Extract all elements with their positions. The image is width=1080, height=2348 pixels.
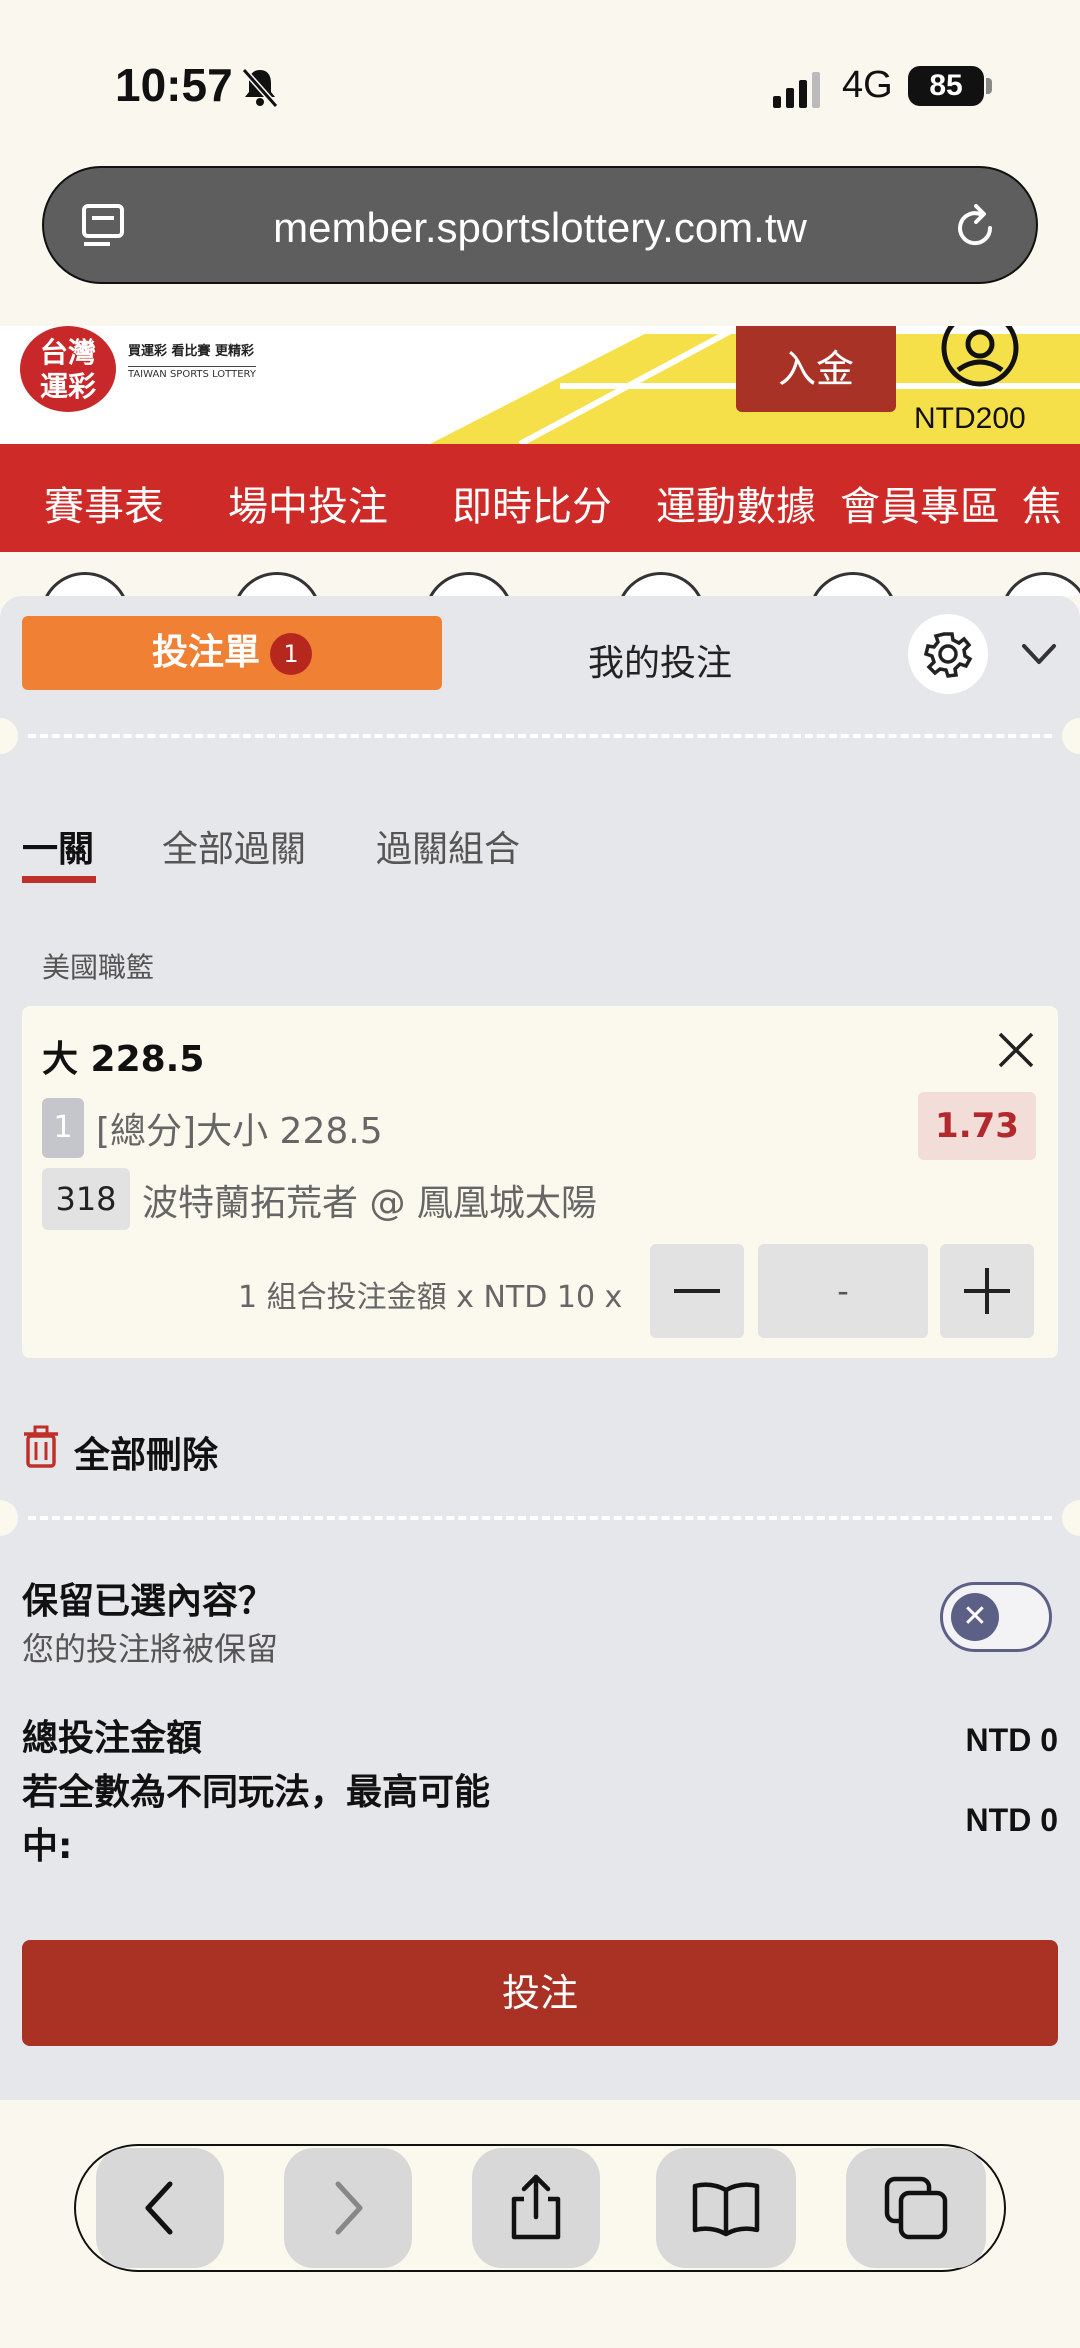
odds-badge: 1.73 bbox=[918, 1092, 1036, 1160]
nav-item-more[interactable]: 焦 bbox=[1022, 474, 1062, 532]
back-button[interactable] bbox=[96, 2148, 224, 2268]
network-type: 4G bbox=[842, 64, 893, 106]
address-bar[interactable]: member.sportslottery.com.tw bbox=[42, 166, 1038, 284]
logo-text-top: 台灣 bbox=[39, 336, 96, 369]
tab-all-parlay[interactable]: 全部過關 bbox=[162, 820, 306, 872]
battery-level: 85 bbox=[908, 66, 984, 106]
max-win-value: NTD 0 bbox=[965, 1802, 1058, 1838]
status-bar: 10:57 4G 85 bbox=[0, 0, 1080, 160]
sport-icon bbox=[616, 572, 706, 596]
bet-slip-count-badge: 1 bbox=[270, 633, 312, 675]
divider bbox=[28, 1516, 1052, 1520]
bet-card: 大 228.5 1 [總分]大小 228.5 1.73 318 波特蘭拓荒者 @… bbox=[22, 1006, 1058, 1358]
active-tab-indicator bbox=[22, 876, 96, 883]
logo-subtitle: TAIWAN SPORTS LOTTERY bbox=[128, 366, 256, 380]
bookmarks-button[interactable] bbox=[656, 2148, 796, 2268]
total-stake-value: NTD 0 bbox=[965, 1722, 1058, 1758]
nav-item-sports-data[interactable]: 運動數據 bbox=[656, 474, 816, 532]
logo-text-bottom: 運彩 bbox=[39, 370, 96, 403]
total-stake-label: 總投注金額 bbox=[22, 1718, 203, 1759]
chevron-down-icon[interactable] bbox=[1016, 634, 1062, 674]
bookmarks-icon bbox=[692, 2182, 760, 2237]
site-logo[interactable]: 台灣 運彩 bbox=[20, 326, 116, 412]
keep-selections-toggle[interactable]: ✕ bbox=[940, 1582, 1052, 1652]
main-nav: 賽事表 場中投注 即時比分 運動數據 會員專區 焦 bbox=[0, 444, 1080, 552]
place-bet-button[interactable]: 投注 bbox=[22, 1940, 1058, 2046]
sport-icon bbox=[232, 572, 322, 596]
settings-button[interactable] bbox=[908, 614, 988, 694]
stake-label: 1 組合投注金額 x NTD 10 x bbox=[238, 1280, 623, 1315]
account-balance: NTD200 bbox=[914, 402, 1026, 435]
decrease-stake-button[interactable] bbox=[650, 1244, 744, 1338]
tabs-overview-button[interactable] bbox=[846, 2148, 986, 2268]
sport-icon bbox=[40, 572, 130, 596]
bet-title: 大 228.5 bbox=[42, 1039, 205, 1080]
user-icon[interactable] bbox=[938, 326, 1022, 396]
tabs-overview-icon bbox=[884, 2176, 948, 2240]
share-button[interactable] bbox=[472, 2148, 600, 2268]
reload-icon[interactable] bbox=[950, 202, 1000, 252]
sport-icon bbox=[424, 572, 514, 596]
site-header: 台灣 運彩 買運彩 看比賽 更精彩 TAIWAN SPORTS LOTTERY … bbox=[0, 326, 1080, 444]
max-win-label: 若全數為不同玩法，最高可能 bbox=[22, 1772, 491, 1813]
forward-icon bbox=[335, 2181, 363, 2235]
gear-icon bbox=[923, 632, 973, 678]
keep-selections-title: 保留已選內容？ bbox=[22, 1581, 275, 1622]
match-name: 波特蘭拓荒者 @ 鳳凰城太陽 bbox=[142, 1183, 597, 1224]
sport-icons-strip bbox=[0, 552, 1080, 596]
delete-all-label: 全部刪除 bbox=[74, 1435, 219, 1476]
max-win-label-cont: 中: bbox=[22, 1826, 73, 1867]
status-time: 10:57 bbox=[115, 59, 233, 111]
trash-icon bbox=[24, 1425, 58, 1468]
plus-icon bbox=[964, 1268, 1010, 1314]
divider bbox=[28, 734, 1052, 738]
tab-bet-slip-label: 投注單 bbox=[151, 632, 260, 673]
nav-item-live-betting[interactable]: 場中投注 bbox=[228, 474, 388, 532]
signal-icon bbox=[773, 72, 820, 108]
tab-single[interactable]: 一關 bbox=[22, 820, 94, 872]
ticket-notch bbox=[0, 1500, 18, 1536]
market-name: [總分]大小 228.5 bbox=[96, 1111, 383, 1152]
bell-muted-icon bbox=[241, 68, 279, 108]
nav-item-member-area[interactable]: 會員專區 bbox=[840, 474, 1000, 532]
nav-item-schedule[interactable]: 賽事表 bbox=[44, 474, 164, 532]
logo-tagline: 買運彩 看比賽 更精彩 bbox=[128, 344, 255, 359]
bet-slip-panel: 投注單 1 我的投注 一關 全部過關 過關組合 美國職籃 大 228.5 1 [總… bbox=[0, 596, 1080, 2100]
tab-bet-slip[interactable]: 投注單 1 bbox=[22, 616, 442, 690]
toggle-off-icon: ✕ bbox=[951, 1593, 999, 1641]
minus-icon bbox=[674, 1289, 720, 1293]
sport-icon bbox=[808, 572, 898, 596]
browser-toolbar bbox=[74, 2144, 1006, 2272]
match-number: 318 bbox=[42, 1168, 130, 1230]
keep-selections-subtitle: 您的投注將被保留 bbox=[22, 1630, 279, 1668]
battery-tip bbox=[986, 78, 992, 94]
close-icon[interactable] bbox=[996, 1030, 1036, 1070]
back-icon bbox=[145, 2181, 173, 2235]
tab-parlay-combo[interactable]: 過關組合 bbox=[376, 820, 520, 872]
increase-stake-button[interactable] bbox=[940, 1244, 1034, 1338]
sport-icon bbox=[1000, 572, 1080, 596]
deposit-button[interactable]: 入金 bbox=[736, 326, 896, 412]
nav-item-live-scores[interactable]: 即時比分 bbox=[452, 474, 612, 532]
ticket-notch bbox=[1062, 1500, 1080, 1536]
ticket-notch bbox=[0, 718, 18, 754]
selection-number-badge: 1 bbox=[42, 1098, 84, 1158]
stake-input[interactable]: - bbox=[758, 1244, 928, 1338]
tab-my-bets[interactable]: 我的投注 bbox=[520, 634, 800, 686]
share-icon bbox=[511, 2174, 561, 2240]
league-name: 美國職籃 bbox=[42, 951, 155, 984]
forward-button[interactable] bbox=[284, 2148, 412, 2268]
ticket-notch bbox=[1062, 718, 1080, 754]
url-text[interactable]: member.sportslottery.com.tw bbox=[44, 204, 1036, 252]
